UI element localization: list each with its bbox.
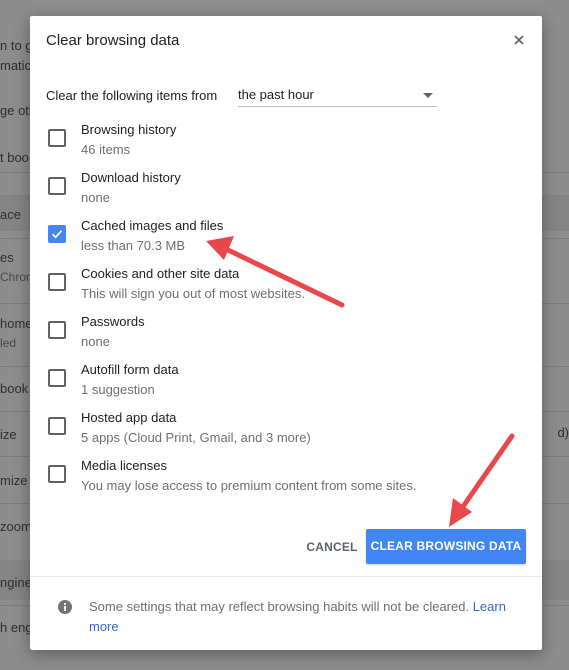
footer-text: Some settings that may reflect browsing … — [89, 599, 470, 614]
item-hosted-app-data[interactable]: Hosted app data 5 apps (Cloud Print, Gma… — [46, 410, 516, 454]
item-sub: 5 apps (Cloud Print, Gmail, and 3 more) — [81, 430, 311, 445]
item-label: Download history — [81, 170, 181, 185]
item-label: Cookies and other site data — [81, 266, 240, 281]
item-sub: 1 suggestion — [81, 382, 155, 397]
checkbox-checked[interactable] — [48, 225, 66, 243]
footer-divider — [30, 576, 542, 577]
clear-browsing-data-dialog: Clear browsing data Clear the following … — [30, 16, 542, 650]
cancel-button[interactable]: CANCEL — [292, 531, 372, 563]
bg-fragment: book — [0, 381, 29, 396]
checkbox[interactable] — [48, 129, 66, 147]
time-range-value: the past hour — [238, 87, 314, 102]
dialog-title: Clear browsing data — [46, 32, 180, 49]
checkbox[interactable] — [48, 369, 66, 387]
item-label: Cached images and files — [81, 218, 224, 233]
item-sub: none — [81, 190, 110, 205]
bg-fragment: es — [0, 250, 14, 265]
bg-fragment: Chron — [0, 270, 33, 284]
item-cached-images[interactable]: Cached images and files less than 70.3 M… — [46, 218, 516, 262]
bg-fragment: led — [0, 336, 17, 350]
checkbox[interactable] — [48, 273, 66, 291]
item-label: Autofill form data — [81, 362, 179, 377]
checkbox[interactable] — [48, 177, 66, 195]
item-autofill[interactable]: Autofill form data 1 suggestion — [46, 362, 516, 406]
item-sub: none — [81, 334, 110, 349]
item-browsing-history[interactable]: Browsing history 46 items — [46, 122, 516, 166]
close-icon[interactable] — [510, 31, 528, 49]
checkbox[interactable] — [48, 465, 66, 483]
bg-fragment: mize — [0, 473, 28, 488]
bg-fragment: ize — [0, 427, 17, 442]
item-label: Browsing history — [81, 122, 177, 137]
time-range-dropdown[interactable]: the past hour — [238, 84, 437, 107]
item-cookies[interactable]: Cookies and other site data This will si… — [46, 266, 516, 310]
checkmark-icon — [51, 230, 63, 239]
bg-fragment: h eng — [0, 620, 33, 635]
checkbox[interactable] — [48, 321, 66, 339]
bg-fragment: ngine — [0, 575, 32, 590]
clear-browsing-data-button[interactable]: CLEAR BROWSING DATA — [366, 529, 526, 564]
info-icon — [58, 600, 72, 614]
item-download-history[interactable]: Download history none — [46, 170, 516, 214]
footer-note: Some settings that may reflect browsing … — [89, 597, 519, 637]
item-label: Passwords — [81, 314, 145, 329]
item-sub: 46 items — [81, 142, 131, 157]
item-passwords[interactable]: Passwords none — [46, 314, 516, 358]
item-sub: You may lose access to premium content f… — [81, 478, 417, 493]
bg-fragment: home — [0, 316, 33, 331]
item-label: Hosted app data — [81, 410, 177, 425]
bg-fragment: t boo — [0, 150, 29, 165]
checkbox[interactable] — [48, 417, 66, 435]
item-sub: This will sign you out of most websites. — [81, 286, 305, 301]
dropdown-caret-icon — [423, 93, 433, 98]
item-sub: less than 70.3 MB — [81, 238, 186, 253]
bg-fragment: n to g — [0, 38, 33, 53]
time-range-label: Clear the following items from — [46, 88, 218, 103]
bg-fragment: ace — [0, 207, 21, 222]
bg-fragment: d) — [557, 425, 569, 440]
item-media-licenses[interactable]: Media licenses You may lose access to pr… — [46, 458, 516, 502]
bg-fragment: zoom — [0, 519, 32, 534]
item-label: Media licenses — [81, 458, 167, 473]
